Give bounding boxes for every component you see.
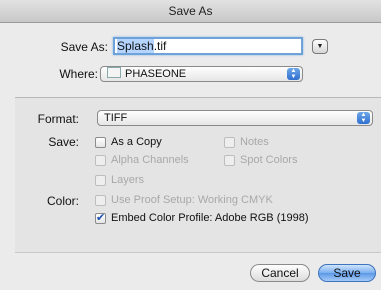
as-copy-checkbox[interactable] [95, 137, 106, 148]
format-label: Format: [37, 112, 79, 126]
save-options-label: Save: [48, 135, 79, 149]
proof-setup-checkbox[interactable] [95, 195, 106, 206]
spot-colors-checkbox[interactable] [224, 155, 235, 166]
cancel-button[interactable]: Cancel [250, 264, 310, 282]
folder-icon [107, 67, 121, 78]
notes-checkbox[interactable] [224, 137, 235, 148]
embed-profile-label: Embed Color Profile: Adobe RGB (1998) [111, 212, 309, 224]
save-button[interactable]: Save [318, 264, 376, 282]
alpha-channels-label: Alpha Channels [111, 154, 189, 166]
color-label: Color: [46, 194, 79, 208]
spot-colors-label: Spot Colors [240, 154, 298, 166]
window-titlebar: Save As [0, 0, 381, 23]
expand-dialog-button[interactable]: ▼ [312, 39, 328, 54]
popup-arrows-icon: ▲ ▼ [287, 68, 300, 80]
where-value: PHASEONE [125, 68, 187, 80]
alpha-channels-checkbox[interactable] [95, 155, 106, 166]
proof-setup-label: Use Proof Setup: Working CMYK [111, 194, 273, 206]
chevron-down-icon: ▼ [316, 43, 324, 50]
format-popup[interactable]: TIFF ▲ ▼ [97, 110, 373, 126]
filename-input[interactable]: Splash.tif [113, 37, 303, 55]
layers-checkbox[interactable] [95, 175, 106, 186]
filename-selected-text: Splash [117, 39, 154, 53]
layers-label: Layers [111, 174, 145, 186]
filename-extension: .tif [153, 39, 167, 53]
as-copy-label: As a Copy [111, 136, 162, 148]
embed-profile-checkbox[interactable] [95, 211, 106, 224]
where-label: Where: [59, 67, 98, 81]
save-as-label: Save As: [60, 40, 108, 54]
format-value: TIFF [104, 112, 128, 124]
popup-arrows-icon: ▲ ▼ [357, 112, 370, 124]
where-popup[interactable]: PHASEONE ▲ ▼ [100, 66, 303, 82]
window-title: Save As [168, 4, 213, 18]
notes-label: Notes [240, 136, 269, 148]
